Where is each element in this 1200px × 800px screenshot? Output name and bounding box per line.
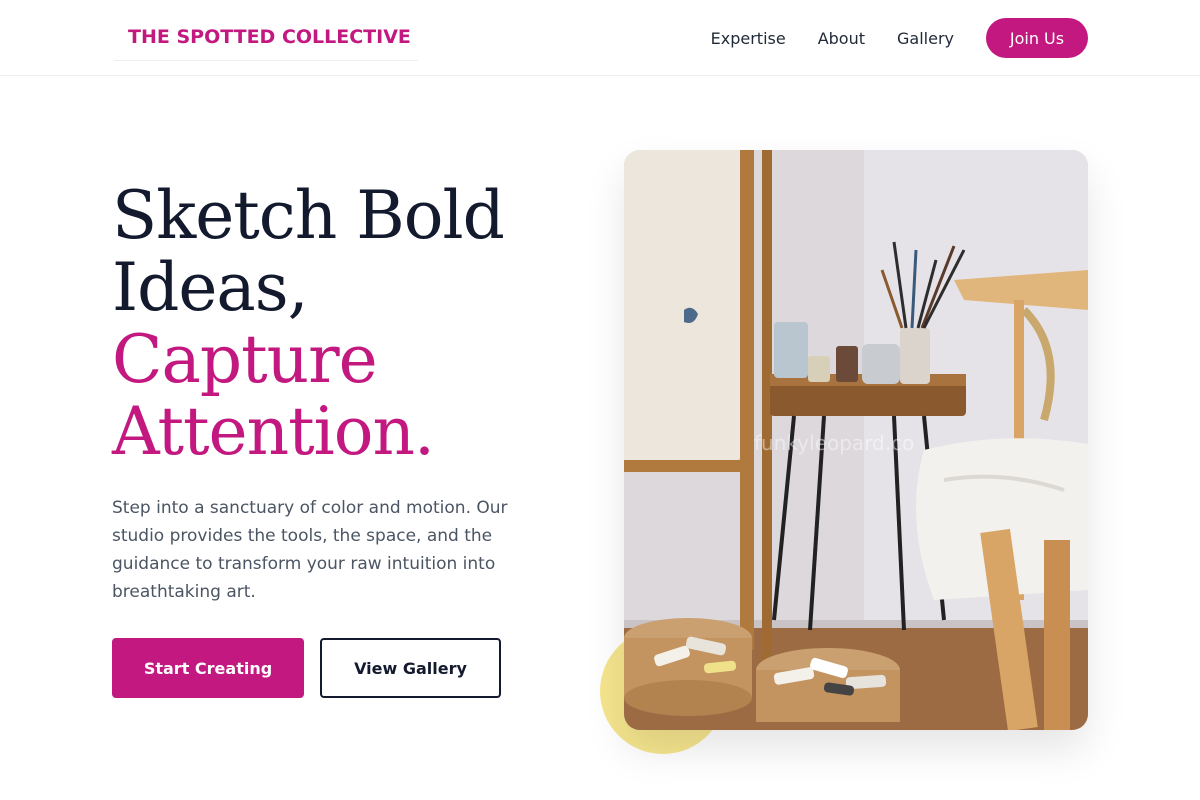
site-header: THE SPOTTED COLLECTIVE Expertise About G… [0, 0, 1200, 76]
nav-link-gallery[interactable]: Gallery [897, 29, 954, 48]
start-creating-button[interactable]: Start Creating [112, 638, 304, 698]
hero-description: Step into a sanctuary of color and motio… [112, 498, 508, 602]
photo-watermark: funkyleopard.co [754, 431, 914, 455]
hero-title-line-1: Sketch Bold [112, 177, 505, 254]
studio-illustration: funkyleopard.co [624, 150, 1088, 730]
hero-studio-photo: funkyleopard.co [624, 150, 1088, 730]
join-us-button[interactable]: Join Us [986, 18, 1088, 58]
view-gallery-button[interactable]: View Gallery [320, 638, 501, 698]
nav-link-expertise[interactable]: Expertise [711, 29, 786, 48]
hero-title-line-2: Ideas, [112, 249, 309, 326]
hero-title-line-4: Attention. [112, 393, 435, 470]
site-logo[interactable]: THE SPOTTED COLLECTIVE [114, 16, 418, 61]
nav-link-about[interactable]: About [818, 29, 865, 48]
hero-title-line-3: Capture [112, 321, 378, 398]
main-nav: Expertise About Gallery Join Us [711, 18, 1088, 58]
hero-title: Sketch Bold Ideas, Capture Attention. [112, 180, 582, 468]
